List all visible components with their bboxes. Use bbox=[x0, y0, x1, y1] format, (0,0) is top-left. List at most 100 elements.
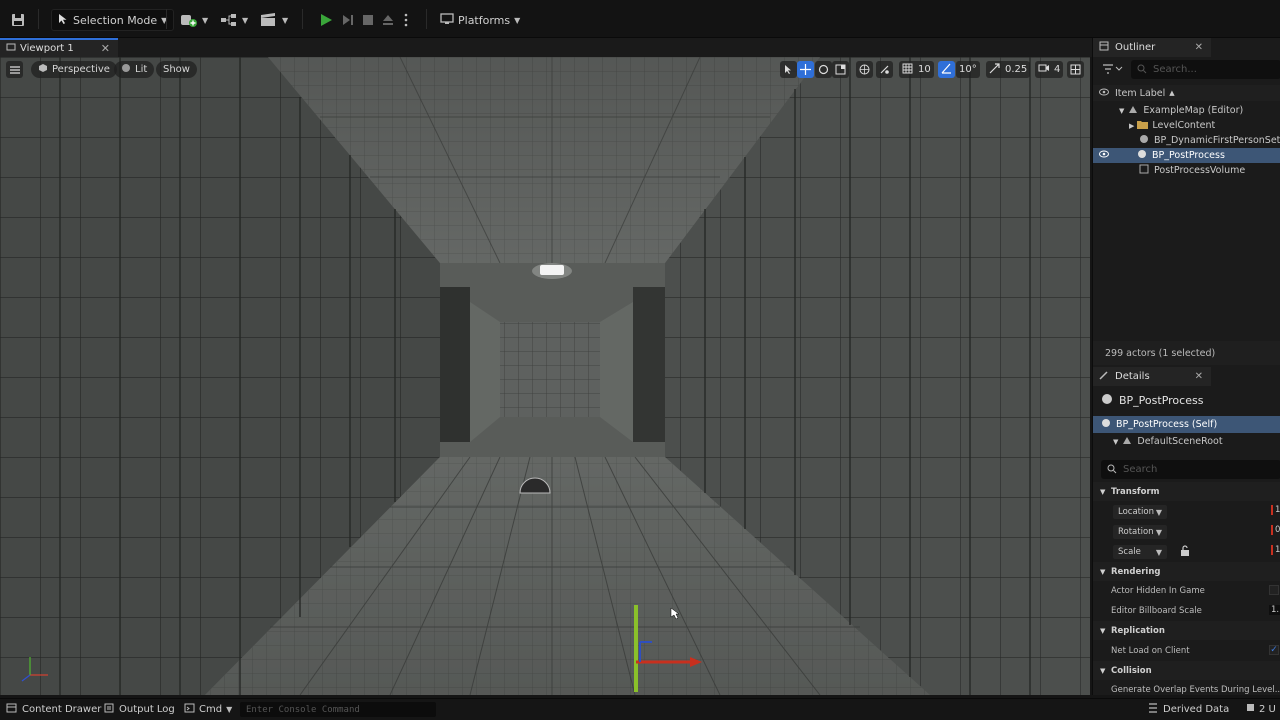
details-search-input[interactable]: Search bbox=[1101, 460, 1280, 479]
tab-details[interactable]: Details ✕ bbox=[1093, 367, 1211, 386]
cmd-dropdown[interactable]: Cmd ▼ bbox=[184, 703, 232, 716]
grid-snap-toggle[interactable]: 10 bbox=[899, 61, 934, 78]
camera-speed-button[interactable]: 4 bbox=[1035, 61, 1064, 78]
location-dropdown[interactable]: Location ▼ bbox=[1113, 505, 1167, 519]
filter-icon[interactable] bbox=[1103, 64, 1123, 77]
sort-up-icon: ▲ bbox=[1169, 89, 1175, 97]
lock-icon[interactable] bbox=[1180, 545, 1190, 559]
tab-viewport-1[interactable]: Viewport 1 ✕ bbox=[0, 38, 118, 57]
rotation-snap-value-box[interactable]: 10° bbox=[956, 61, 980, 78]
terminal-icon bbox=[184, 703, 195, 716]
expand-arrow-icon: ▼ bbox=[1113, 437, 1119, 446]
scale-tool-icon[interactable] bbox=[832, 61, 849, 78]
outliner-item[interactable]: ▶ LevelContent bbox=[1093, 118, 1280, 133]
actor-hidden-checkbox[interactable] bbox=[1269, 585, 1279, 595]
rotation-dropdown[interactable]: Rotation ▼ bbox=[1113, 525, 1167, 539]
right-pillar bbox=[633, 287, 665, 442]
location-value[interactable]: 1 bbox=[1271, 505, 1280, 515]
rotation-value[interactable]: 0. bbox=[1271, 525, 1280, 535]
section-label: Transform bbox=[1111, 486, 1160, 497]
collapse-arrow-icon: ▼ bbox=[1100, 487, 1106, 496]
billboard-scale-value[interactable]: 1. bbox=[1269, 605, 1280, 615]
content-drawer-button[interactable]: Content Drawer bbox=[6, 703, 101, 716]
chevron-down-icon: ▼ bbox=[1155, 507, 1162, 517]
perspective-dropdown[interactable]: Perspective bbox=[31, 61, 117, 78]
platforms-dropdown[interactable]: Platforms ▼ bbox=[440, 9, 520, 31]
output-log-button[interactable]: Output Log bbox=[104, 703, 175, 716]
tab-outliner[interactable]: Outliner ✕ bbox=[1093, 38, 1211, 57]
console-command-input[interactable]: Enter Console Command bbox=[240, 702, 436, 717]
stop-button[interactable] bbox=[361, 9, 375, 31]
outliner-search-input[interactable]: Search... bbox=[1131, 60, 1280, 79]
chevron-down-icon: ▼ bbox=[282, 15, 289, 25]
visibility-eye-icon bbox=[1099, 88, 1109, 99]
world-space-icon[interactable] bbox=[856, 61, 873, 78]
add-actor-button[interactable]: ▼ bbox=[180, 9, 208, 31]
details-icon bbox=[1099, 370, 1109, 383]
derived-data-label: Derived Data bbox=[1163, 704, 1230, 715]
section-rendering[interactable]: ▼ Rendering bbox=[1093, 562, 1280, 581]
component-self-row[interactable]: BP_PostProcess (Self) bbox=[1093, 416, 1280, 433]
left-pillar bbox=[440, 287, 470, 442]
details-actor-name: BP_PostProcess bbox=[1119, 394, 1204, 407]
show-dropdown[interactable]: Show bbox=[156, 61, 197, 78]
select-tool-icon[interactable] bbox=[780, 61, 797, 78]
chevron-down-icon: ▼ bbox=[1155, 547, 1162, 557]
viewport-menu-icon[interactable] bbox=[6, 61, 23, 78]
play-button[interactable] bbox=[318, 9, 334, 31]
search-icon bbox=[1137, 64, 1147, 77]
console-placeholder: Enter Console Command bbox=[246, 704, 360, 715]
close-icon[interactable]: ✕ bbox=[101, 42, 110, 55]
rotation-snap-toggle[interactable] bbox=[938, 61, 955, 78]
layout-icon[interactable] bbox=[1067, 61, 1084, 78]
outliner-item[interactable]: ▼ ExampleMap (Editor) bbox=[1093, 103, 1280, 118]
outliner-item[interactable]: PostProcessVolume bbox=[1093, 163, 1280, 178]
unsaved-button[interactable]: 2 U bbox=[1246, 703, 1276, 715]
more-options-icon[interactable] bbox=[403, 9, 409, 31]
outliner-item-label: LevelContent bbox=[1152, 120, 1216, 131]
visibility-eye-icon[interactable] bbox=[1099, 150, 1109, 161]
net-load-checkbox[interactable]: ✓ bbox=[1269, 645, 1279, 655]
scale-dropdown[interactable]: Scale ▼ bbox=[1113, 545, 1167, 559]
scale-snap-value: 0.25 bbox=[1005, 64, 1028, 75]
section-transform[interactable]: ▼ Transform bbox=[1093, 482, 1280, 501]
toolbar-divider bbox=[426, 9, 427, 29]
derived-data-button[interactable]: Derived Data bbox=[1148, 703, 1229, 716]
outliner-column-header[interactable]: Item Label ▲ bbox=[1093, 85, 1280, 101]
cube-icon bbox=[38, 63, 48, 76]
eject-button[interactable] bbox=[381, 9, 395, 31]
surface-snap-icon[interactable] bbox=[876, 61, 893, 78]
cursor-icon bbox=[58, 13, 68, 28]
outliner-search-placeholder: Search... bbox=[1153, 64, 1197, 75]
outliner-item[interactable]: BP_PostProcess bbox=[1093, 148, 1280, 163]
rotate-tool-icon[interactable] bbox=[815, 61, 832, 78]
close-icon[interactable]: ✕ bbox=[1195, 42, 1203, 53]
section-label: Rendering bbox=[1111, 566, 1161, 577]
component-row[interactable]: ▼ DefaultSceneRoot bbox=[1093, 434, 1280, 449]
chevron-down-icon: ▼ bbox=[242, 15, 249, 25]
save-icon[interactable] bbox=[10, 9, 26, 31]
viewport-tab-bar: Viewport 1 ✕ bbox=[0, 38, 1092, 57]
selection-mode-dropdown[interactable]: Selection Mode ▼ bbox=[51, 9, 175, 31]
back-wall bbox=[500, 322, 600, 417]
section-collision[interactable]: ▼ Collision bbox=[1093, 661, 1280, 680]
outliner-status: 299 actors (1 selected) bbox=[1093, 341, 1280, 365]
outliner-item[interactable]: BP_DynamicFirstPersonSetup bbox=[1093, 133, 1280, 148]
derived-data-icon bbox=[1148, 703, 1158, 716]
cinematics-button[interactable]: ▼ bbox=[260, 9, 288, 31]
scale-value[interactable]: 1. bbox=[1271, 545, 1280, 555]
collapse-arrow-icon: ▼ bbox=[1100, 626, 1106, 635]
blueprints-button[interactable]: ▼ bbox=[220, 9, 248, 31]
view-mode-dropdown[interactable]: Lit bbox=[114, 61, 155, 78]
rotation-snap-value: 10° bbox=[959, 64, 977, 75]
advance-frame-button[interactable] bbox=[340, 9, 356, 31]
cmd-label: Cmd bbox=[199, 704, 223, 715]
scale-snap-toggle[interactable]: 0.25 bbox=[986, 61, 1031, 78]
close-icon[interactable]: ✕ bbox=[1195, 371, 1203, 382]
chevron-down-icon: ▼ bbox=[1155, 527, 1162, 537]
outliner-item-label: BP_PostProcess bbox=[1152, 150, 1225, 161]
corridor-scene bbox=[0, 57, 1090, 695]
level-viewport[interactable]: Perspective Lit Show 10 10° 0.25 4 bbox=[0, 57, 1090, 695]
translate-tool-icon[interactable] bbox=[797, 61, 814, 78]
section-replication[interactable]: ▼ Replication bbox=[1093, 621, 1280, 640]
